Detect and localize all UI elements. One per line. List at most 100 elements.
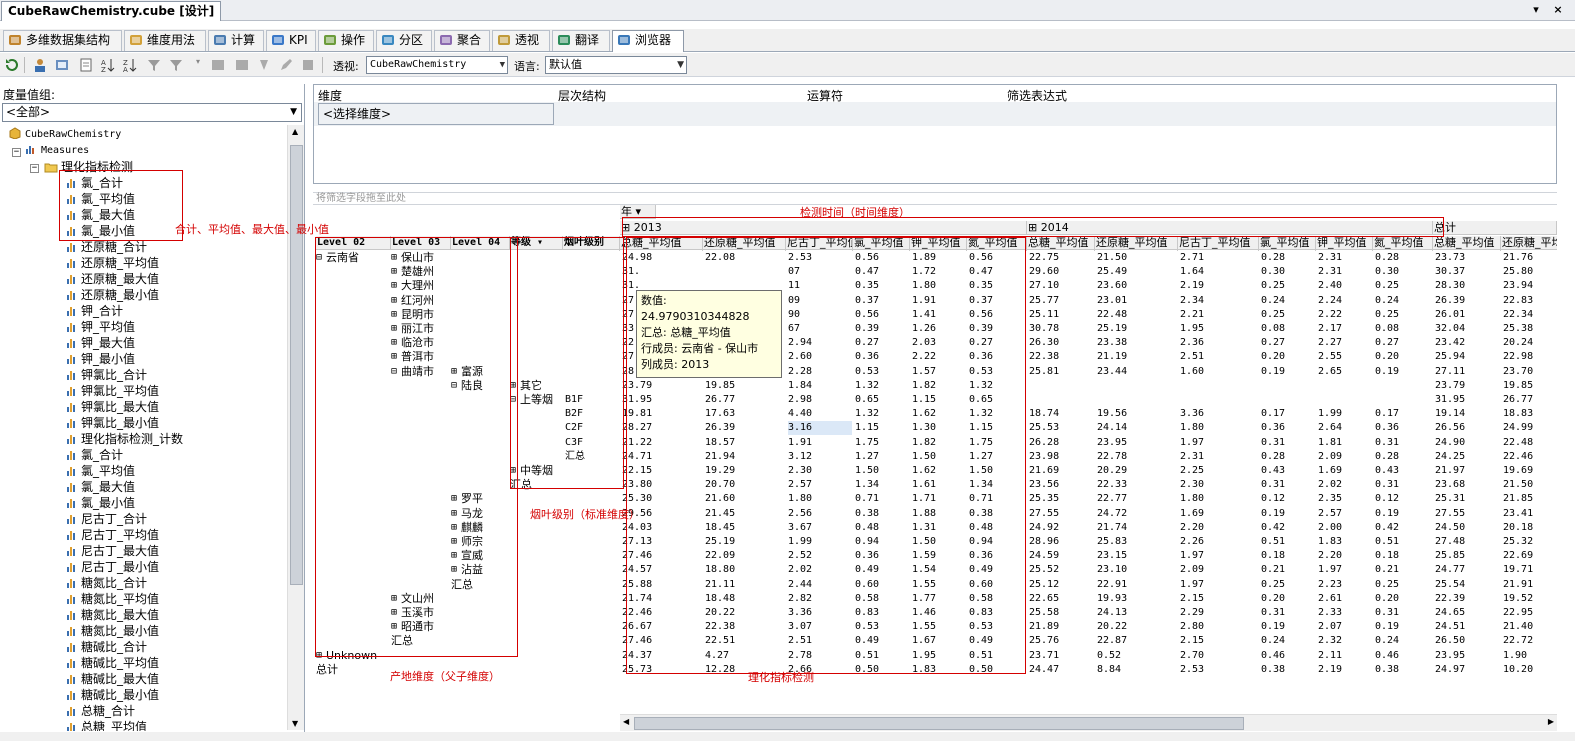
tree-node[interactable]: 糖氮比_平均值	[64, 591, 159, 607]
value-cell[interactable]: 24.47	[1029, 663, 1094, 677]
value-cell[interactable]: 22.65	[1029, 592, 1094, 606]
value-cell[interactable]: 24.72	[1097, 507, 1177, 521]
perspective-select[interactable]: CubeRawChemistry ▼	[366, 56, 508, 74]
tree-node[interactable]: 糖氮比_最大值	[64, 607, 159, 623]
value-cell[interactable]: 23.41	[1503, 507, 1557, 521]
value-cell[interactable]: 21.74	[1097, 521, 1177, 535]
value-cell[interactable]: 21.97	[1435, 464, 1500, 478]
value-cell[interactable]: 22.39	[1435, 592, 1500, 606]
value-cell[interactable]: 2.24	[1318, 294, 1372, 308]
value-cell[interactable]: 1.69	[1180, 507, 1258, 521]
tree-node[interactable]: 糖碱比_最小值	[64, 687, 159, 703]
tree-vertical-scrollbar[interactable]: ▲ ▼	[287, 125, 304, 730]
document-tab[interactable]: CubeRawChemistry.cube [设计]	[1, 1, 222, 21]
value-cell[interactable]: 19.93	[1097, 592, 1177, 606]
value-cell[interactable]: 1.97	[1318, 563, 1372, 577]
value-cell[interactable]: 0.25	[1261, 279, 1315, 293]
value-cell[interactable]: 0.31	[1261, 606, 1315, 620]
scroll-left-icon[interactable]: ◀	[623, 717, 629, 726]
value-cell[interactable]	[1097, 393, 1177, 407]
value-cell[interactable]: 22.78	[1097, 450, 1177, 464]
value-cell[interactable]: 19.69	[1503, 464, 1557, 478]
tree-node[interactable]: 钾_最小值	[64, 351, 135, 367]
value-cell[interactable]: 25.58	[1029, 606, 1094, 620]
tree-node[interactable]: 总糖_合计	[64, 703, 135, 719]
value-cell[interactable]: 2.40	[1318, 279, 1372, 293]
value-cell[interactable]: 22.91	[1097, 578, 1177, 592]
value-cell[interactable]	[1029, 393, 1094, 407]
tab-cube-structure[interactable]: 多维数据集结构	[3, 30, 122, 51]
chevron-down-icon[interactable]: ▾	[196, 57, 204, 73]
value-cell[interactable]: 1.69	[1318, 464, 1372, 478]
value-cell[interactable]: 26.39	[1435, 294, 1500, 308]
value-cell[interactable]: 23.60	[1097, 279, 1177, 293]
value-cell[interactable]: 25.83	[1097, 535, 1177, 549]
value-cell[interactable]: 0.28	[1375, 450, 1432, 464]
value-cell[interactable]: 2.31	[1318, 265, 1372, 279]
tree-node[interactable]: 还原糖_合计	[64, 239, 147, 255]
refresh-icon[interactable]	[4, 57, 20, 73]
value-cell[interactable]: 23.44	[1097, 365, 1177, 379]
value-cell[interactable]: 0.18	[1375, 549, 1432, 563]
value-cell[interactable]: 25.81	[1029, 365, 1094, 379]
value-cell[interactable]: 1.80	[1180, 492, 1258, 506]
tree-node[interactable]: 理化指标检测_计数	[64, 431, 183, 447]
tree-node[interactable]: 钾_合计	[64, 303, 123, 319]
value-cell[interactable]: 24.90	[1435, 436, 1500, 450]
value-cell[interactable]: 23.70	[1503, 365, 1557, 379]
row-member[interactable]: 总计	[316, 663, 338, 677]
value-cell[interactable]: 0.21	[1375, 563, 1432, 577]
value-cell[interactable]: 0.28	[1375, 251, 1432, 265]
value-cell[interactable]: 20.18	[1503, 521, 1557, 535]
value-cell[interactable]: 0.38	[1375, 663, 1432, 677]
tree-node[interactable]: 糖氮比_合计	[64, 575, 147, 591]
value-cell[interactable]: 3.36	[1180, 407, 1258, 421]
value-cell[interactable]: 0.25	[1261, 578, 1315, 592]
value-cell[interactable]: 0.08	[1261, 322, 1315, 336]
value-cell[interactable]: 27.55	[1435, 507, 1500, 521]
value-cell[interactable]: 23.95	[1435, 649, 1500, 663]
value-cell[interactable]: 23.10	[1097, 563, 1177, 577]
measure-column-header[interactable]: 氮_平均值	[1373, 236, 1433, 250]
value-cell[interactable]: 22.46	[1503, 450, 1557, 464]
value-cell[interactable]: 22.83	[1503, 294, 1557, 308]
value-cell[interactable]: 21.89	[1029, 620, 1094, 634]
value-cell[interactable]: 0.25	[1261, 308, 1315, 322]
value-cell[interactable]: 2.31	[1318, 251, 1372, 265]
value-cell[interactable]: 0.46	[1261, 649, 1315, 663]
value-cell[interactable]: 22.34	[1503, 308, 1557, 322]
value-cell[interactable]: 0.12	[1261, 492, 1315, 506]
value-cell[interactable]: 0.18	[1261, 549, 1315, 563]
value-cell[interactable]: 0.19	[1375, 507, 1432, 521]
value-cell[interactable]: 0.20	[1375, 350, 1432, 364]
subtotal-icon[interactable]	[210, 57, 226, 73]
value-cell[interactable]: 0.20	[1261, 350, 1315, 364]
value-cell[interactable]	[1029, 379, 1094, 393]
value-cell[interactable]: 25.19	[1097, 322, 1177, 336]
value-cell[interactable]: 0.52	[1097, 649, 1177, 663]
value-cell[interactable]: 2.09	[1180, 563, 1258, 577]
value-cell[interactable]: 22.72	[1503, 634, 1557, 648]
tree-node[interactable]: 糖碱比_最大值	[64, 671, 159, 687]
tree-scroll-thumb[interactable]	[290, 145, 303, 585]
properties-icon[interactable]	[300, 57, 316, 73]
value-cell[interactable]: 2.71	[1180, 251, 1258, 265]
filter-icon[interactable]	[146, 57, 162, 73]
value-cell[interactable]: 2.51	[1180, 350, 1258, 364]
change-user-icon[interactable]	[32, 57, 48, 73]
measure-column-header[interactable]: 尼古丁_平均值	[1178, 236, 1259, 250]
value-cell[interactable]: 30.78	[1029, 322, 1094, 336]
value-cell[interactable]: 28.30	[1435, 279, 1500, 293]
tree-node[interactable]: Measures	[24, 143, 89, 159]
value-cell[interactable]: 22.48	[1097, 308, 1177, 322]
value-cell[interactable]: 23.71	[1029, 649, 1094, 663]
value-cell[interactable]: 2.35	[1318, 492, 1372, 506]
value-cell[interactable]: 0.31	[1375, 436, 1432, 450]
value-cell[interactable]: 21.69	[1029, 464, 1094, 478]
value-cell[interactable]: 31.95	[1435, 393, 1500, 407]
value-cell[interactable]: 2.53	[1180, 663, 1258, 677]
value-cell[interactable]: 2.65	[1318, 365, 1372, 379]
value-cell[interactable]: 0.19	[1261, 507, 1315, 521]
value-cell[interactable]: 0.31	[1375, 478, 1432, 492]
reconnect-icon[interactable]	[54, 57, 70, 73]
